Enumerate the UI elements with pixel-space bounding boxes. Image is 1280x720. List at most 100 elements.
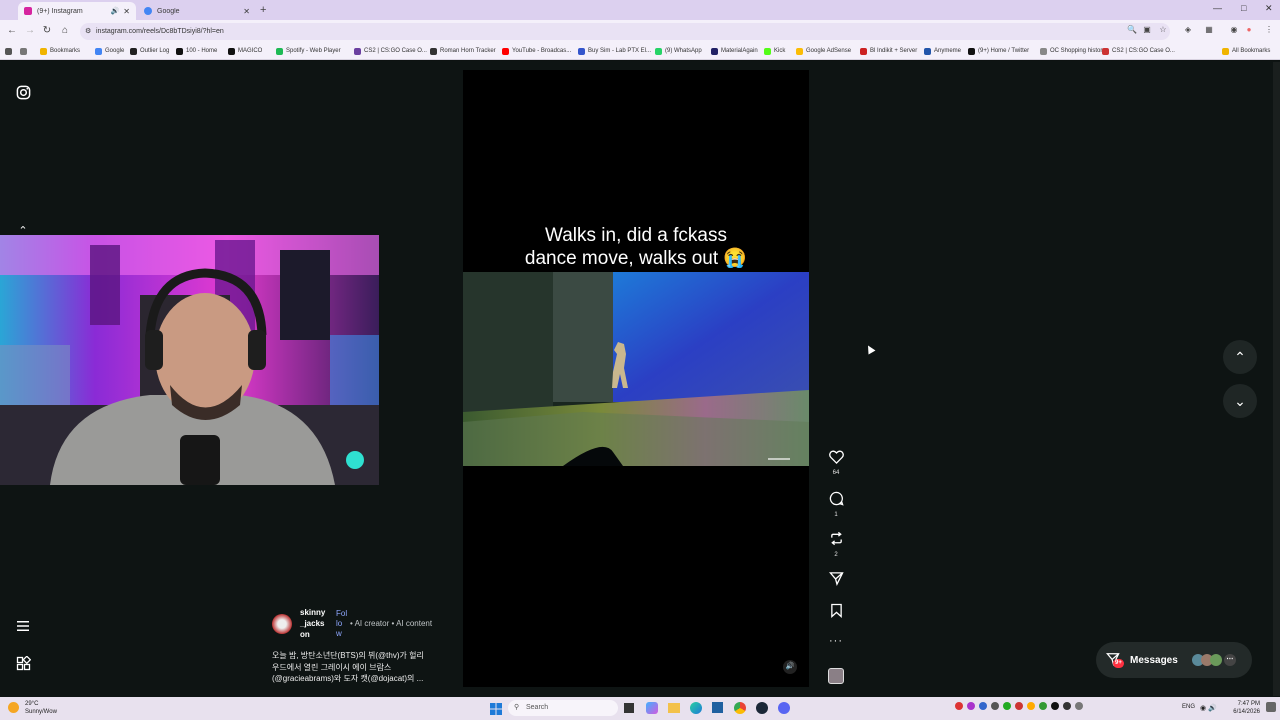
bookmark-favicon-icon bbox=[176, 47, 183, 55]
next-reel-button[interactable]: ⌄ bbox=[1223, 384, 1257, 418]
save-button[interactable] bbox=[824, 603, 848, 623]
follow-part: lo bbox=[336, 619, 343, 628]
tab-title: Google bbox=[157, 7, 180, 15]
more-menu-icon[interactable] bbox=[13, 619, 33, 636]
share-button[interactable] bbox=[824, 571, 848, 591]
network-volume-icons[interactable]: ◉ 🔊 bbox=[1200, 704, 1217, 712]
close-window-icon[interactable]: ✕ bbox=[1265, 3, 1273, 14]
username-part: skinny bbox=[300, 608, 326, 617]
page-scrollbar[interactable] bbox=[1273, 62, 1280, 696]
all-bookmarks-button[interactable]: All Bookmarks bbox=[1222, 45, 1270, 57]
comment-button[interactable]: 1 bbox=[824, 491, 848, 518]
bookmark-item[interactable]: Outlier Log bbox=[130, 45, 169, 57]
edge-icon[interactable] bbox=[690, 700, 702, 716]
bookmark-label: Google AdSense bbox=[806, 48, 852, 54]
bookmark-item[interactable]: OC Shopping history bbox=[1040, 45, 1105, 57]
clock[interactable]: 7:47 PM 6/14/2026 bbox=[1232, 700, 1260, 716]
maximize-icon[interactable]: □ bbox=[1241, 3, 1246, 13]
audio-thumbnail[interactable] bbox=[828, 668, 844, 684]
profile-avatar-icon[interactable]: ● bbox=[1243, 24, 1255, 36]
apps-icon[interactable] bbox=[5, 45, 15, 57]
close-tab-icon[interactable]: ✕ bbox=[123, 7, 130, 16]
language-indicator[interactable]: ENG bbox=[1182, 704, 1195, 710]
bookmark-item[interactable]: (9+) Home / Twitter bbox=[968, 45, 1029, 57]
home-icon[interactable]: ⌂ bbox=[58, 24, 72, 38]
file-explorer-icon[interactable] bbox=[668, 700, 680, 716]
author-username[interactable]: skinny _jacks on bbox=[300, 607, 325, 640]
close-tab-icon[interactable]: ✕ bbox=[243, 7, 250, 16]
bookmark-label: YouTube - Broadcas... bbox=[512, 48, 572, 54]
weather-widget[interactable]: 29°C Sunny/Wow bbox=[25, 700, 57, 716]
reel-description[interactable]: 오늘 밤, 방탄소년단(BTS)의 뷔(@thv)가 헐리 우드에서 열린 그레… bbox=[272, 650, 452, 685]
weather-sun-icon[interactable] bbox=[8, 702, 19, 713]
more-options-icon[interactable]: ··· bbox=[824, 635, 848, 647]
bookmark-item[interactable]: Kick bbox=[764, 45, 785, 57]
bookmark-item[interactable]: (9) WhatsApp bbox=[655, 45, 702, 57]
zoom-icon[interactable]: 🔍 bbox=[1126, 24, 1138, 36]
instagram-favicon-icon bbox=[24, 7, 32, 15]
extensions-puzzle-icon[interactable]: ▦ bbox=[1203, 24, 1215, 36]
profile-icon[interactable]: ◉ bbox=[1228, 24, 1240, 36]
bookmark-item[interactable]: Anymeme bbox=[924, 45, 961, 57]
tab-title: (9+) Instagram bbox=[37, 7, 83, 15]
bookmark-item[interactable]: Roman Horn Tracker bbox=[430, 45, 496, 57]
ai-creator-label: • AI creator • AI content bbox=[350, 619, 433, 628]
copilot-icon[interactable] bbox=[646, 700, 658, 716]
reload-icon[interactable]: ↻ bbox=[40, 24, 54, 38]
notifications-icon[interactable] bbox=[1266, 702, 1276, 712]
bookmark-item[interactable]: Spotify - Web Player bbox=[276, 45, 341, 57]
bookmark-star-icon[interactable]: ☆ bbox=[1157, 24, 1169, 36]
bookmark-label: MaterialAgain bbox=[721, 48, 758, 54]
bookmark-item[interactable]: CS2 | CS:GO Case O... bbox=[354, 45, 427, 57]
author-avatar[interactable] bbox=[272, 614, 292, 634]
bookmark-item[interactable]: MaterialAgain bbox=[711, 45, 758, 57]
url-text: instagram.com/reels/Dc8bTDsiyi8/?hl=en bbox=[96, 28, 224, 35]
follow-button[interactable]: Fol lo w bbox=[331, 609, 347, 639]
bookmark-item[interactable]: Bl Indikit + Server bbox=[860, 45, 917, 57]
streamer-webcam-image bbox=[0, 235, 379, 485]
like-button[interactable]: 64 bbox=[824, 450, 848, 476]
taskbar-search[interactable]: ⚲ Search bbox=[508, 700, 618, 716]
bookmark-label: CS2 | CS:GO Case O... bbox=[364, 48, 427, 54]
audio-toggle-icon[interactable]: 🔊 bbox=[783, 660, 797, 674]
bookmark-item[interactable]: Buy Sim - Lab PTX El... bbox=[578, 45, 651, 57]
extension-icon[interactable]: ◈ bbox=[1182, 24, 1194, 36]
discord-icon[interactable] bbox=[778, 700, 790, 716]
system-tray-icons[interactable] bbox=[955, 702, 1125, 714]
store-icon[interactable] bbox=[712, 700, 723, 716]
instagram-logo-icon[interactable] bbox=[13, 85, 33, 103]
task-view-icon[interactable] bbox=[624, 700, 634, 716]
bookmark-favicon-icon bbox=[1102, 47, 1109, 55]
bookmark-item[interactable]: YouTube - Broadcas... bbox=[502, 45, 571, 57]
install-app-icon[interactable]: ▣ bbox=[1141, 24, 1153, 36]
minimize-icon[interactable]: — bbox=[1213, 3, 1222, 13]
bookmark-item[interactable]: Google bbox=[95, 45, 124, 57]
tab-google[interactable]: Google ✕ bbox=[138, 2, 256, 20]
bookmark-label: Spotify - Web Player bbox=[286, 48, 341, 54]
bookmark-favicon-icon bbox=[130, 47, 137, 55]
messages-button[interactable]: 9+ Messages ⋯ bbox=[1096, 642, 1252, 678]
new-tab-button[interactable]: + bbox=[260, 4, 266, 16]
description-line: 오늘 밤, 방탄소년단(BTS)의 뷔(@thv)가 헐리 bbox=[272, 651, 424, 660]
tab-instagram[interactable]: (9+) Instagram 🔊 ✕ bbox=[18, 2, 136, 20]
steam-icon[interactable] bbox=[756, 700, 768, 716]
bookmark-item[interactable]: Google AdSense bbox=[796, 45, 851, 57]
chevron-down-icon: ⌄ bbox=[1234, 393, 1246, 409]
chrome-icon[interactable] bbox=[734, 700, 746, 716]
bookmark-label: Outlier Log bbox=[140, 48, 170, 54]
also-from-meta-icon[interactable] bbox=[13, 655, 33, 674]
bookmark-item[interactable]: Bookmarks bbox=[40, 45, 80, 57]
repost-button[interactable]: 2 bbox=[824, 531, 848, 558]
windows-start-icon[interactable] bbox=[490, 702, 502, 715]
bookmark-item[interactable]: MAGICO bbox=[228, 45, 262, 57]
bookmark-item[interactable]: 100 - Home bbox=[176, 45, 217, 57]
forward-icon[interactable]: → bbox=[23, 24, 37, 38]
menu-kebab-icon[interactable]: ⋮ bbox=[1263, 24, 1275, 36]
previous-reel-button[interactable]: ⌃ bbox=[1223, 340, 1257, 374]
speaker-icon[interactable]: 🔊 bbox=[111, 7, 120, 15]
bookmark-item[interactable]: CS2 | CS:GO Case O... bbox=[1102, 45, 1175, 57]
tab-search-icon[interactable] bbox=[20, 45, 30, 57]
address-bar[interactable]: ⚙ instagram.com/reels/Dc8bTDsiyi8/?hl=en bbox=[80, 23, 1170, 40]
back-icon[interactable]: ← bbox=[5, 24, 19, 38]
site-info-icon[interactable]: ⚙ bbox=[85, 23, 91, 40]
